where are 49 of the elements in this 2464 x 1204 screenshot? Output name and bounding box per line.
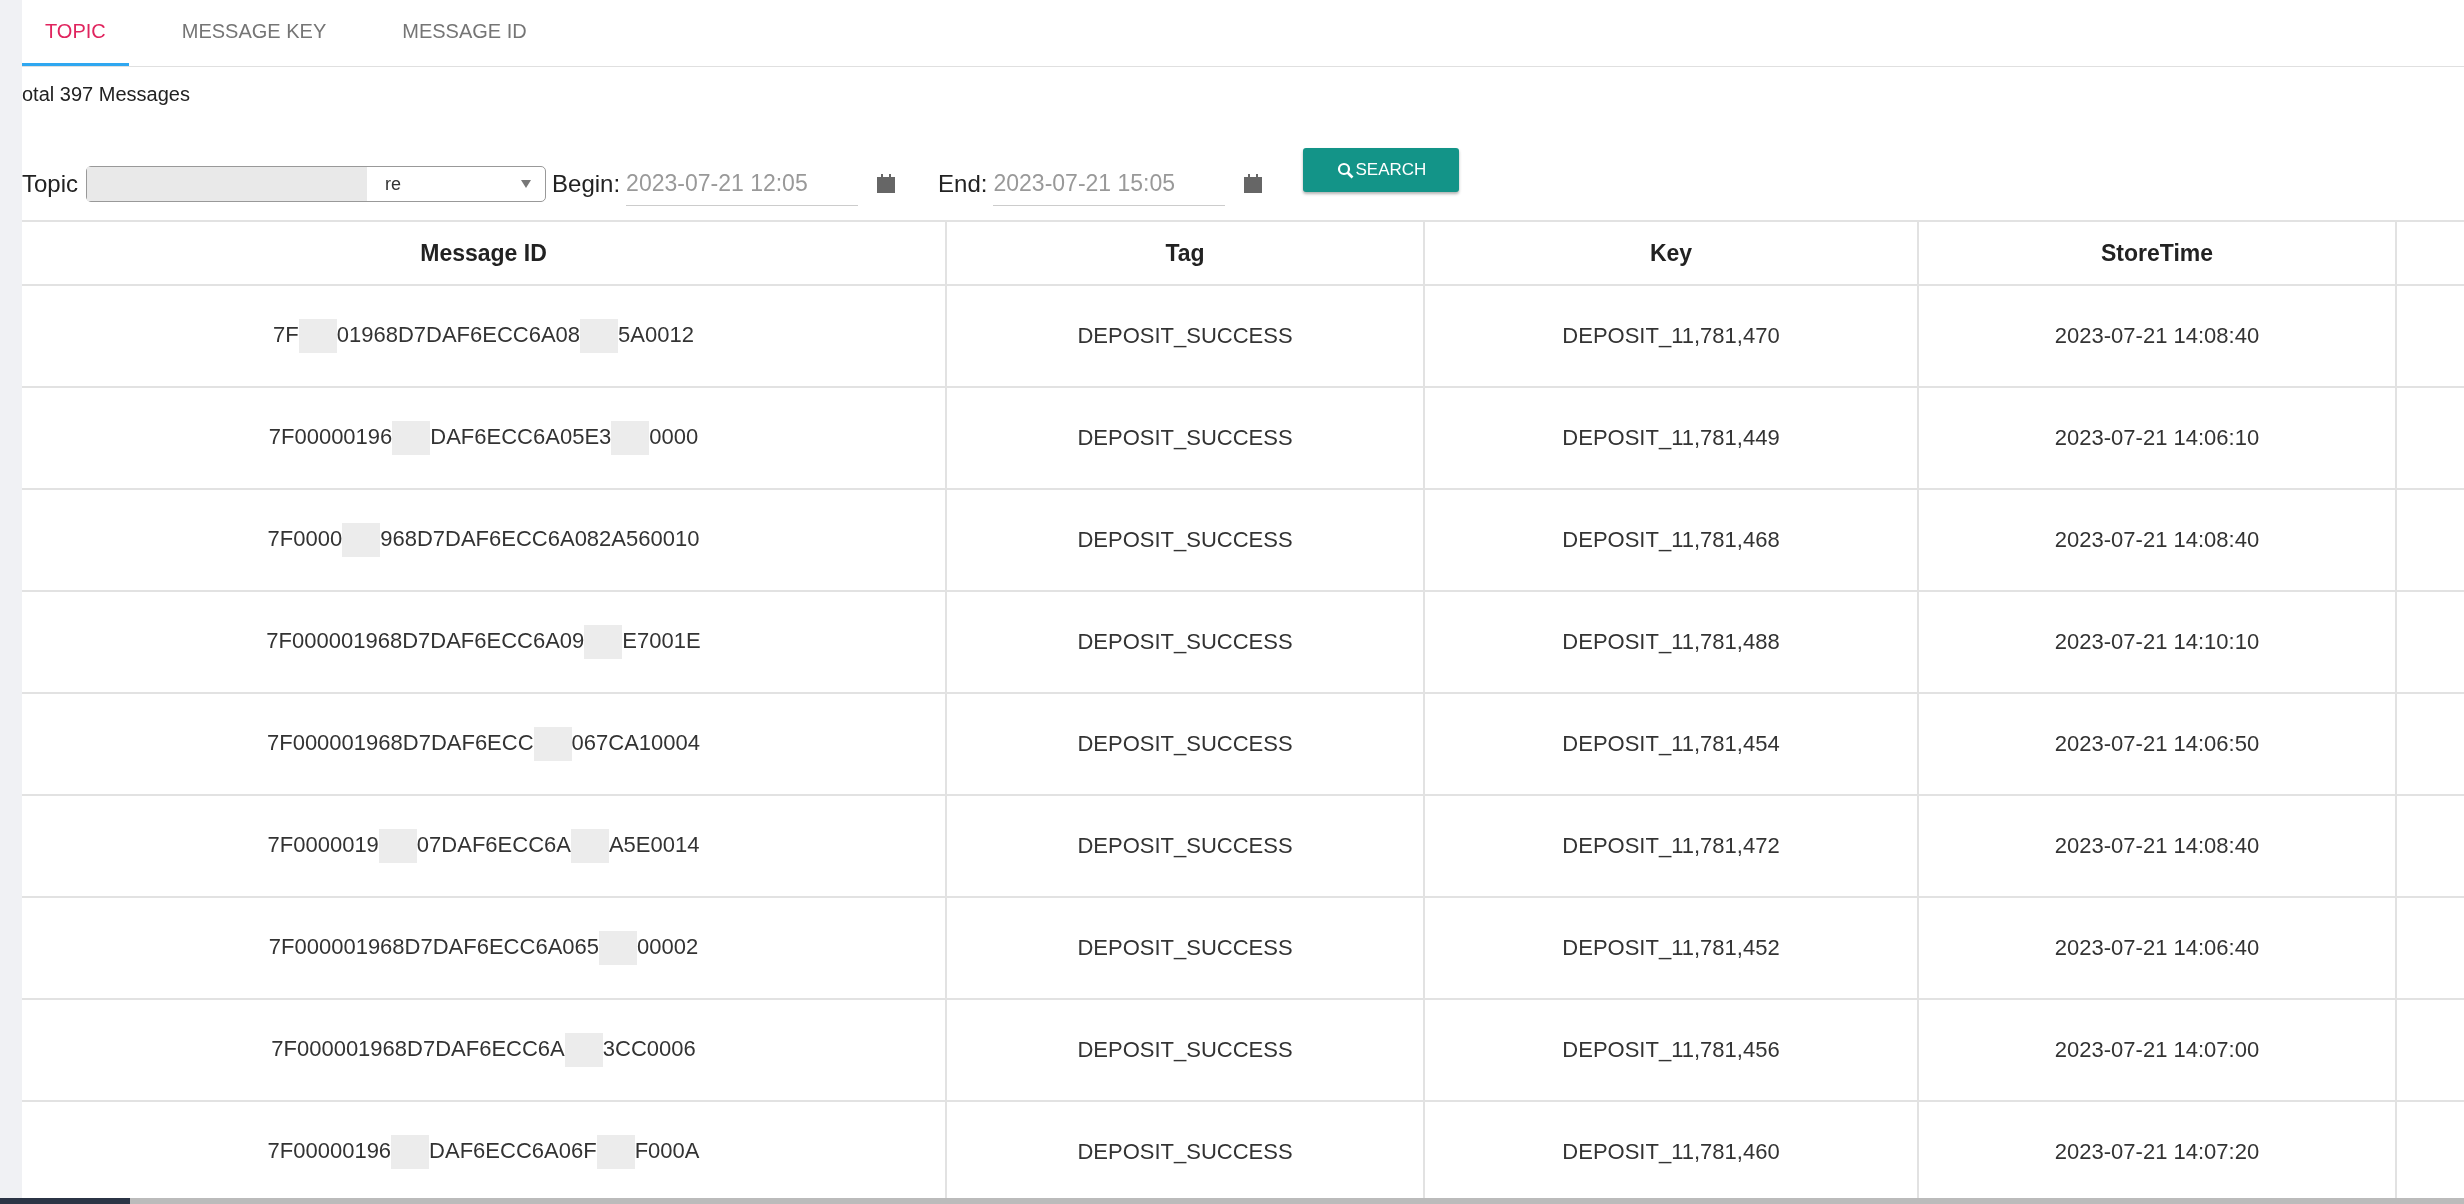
store-time-cell: 2023-07-21 14:06:10 (1918, 387, 2396, 489)
key-cell: DEPOSIT_11,781,488 (1424, 591, 1918, 693)
column-header: StoreTime (1918, 221, 2396, 285)
column-header: Message ID (22, 221, 946, 285)
total-messages-text: otal 397 Messages (22, 83, 191, 107)
tag-cell: DEPOSIT_SUCCESS (946, 285, 1424, 387)
message-id-cell: 7F000001968D7DAF6ECC 067CA10004 (22, 693, 946, 795)
key-cell: DEPOSIT_11,781,452 (1424, 897, 1918, 999)
calendar-icon[interactable] (1243, 174, 1264, 194)
tab[interactable]: MESSAGE KEY (158, 0, 350, 66)
key-cell: DEPOSIT_11,781,468 (1424, 489, 1918, 591)
message-id-cell: 7F00000196 DAF6ECC6A05E3 0000 (22, 387, 946, 489)
key-cell: DEPOSIT_11,781,456 (1424, 999, 1918, 1101)
column-header: Tag (946, 221, 1424, 285)
store-time-cell: 2023-07-21 14:06:50 (1918, 693, 2396, 795)
key-cell: DEPOSIT_11,781,470 (1424, 285, 1918, 387)
tag-cell: DEPOSIT_SUCCESS (946, 795, 1424, 897)
search-icon (1336, 161, 1354, 179)
message-id-cell: 7F000001968D7DAF6ECC6A 3CC0006 (22, 999, 946, 1101)
message-id-cell: 7F000001968D7DAF6ECC6A065 00002 (22, 897, 946, 999)
key-cell: DEPOSIT_11,781,472 (1424, 795, 1918, 897)
store-time-cell: 2023-07-21 14:10:10 (1918, 591, 2396, 693)
key-cell: DEPOSIT_11,781,454 (1424, 693, 1918, 795)
tag-cell: DEPOSIT_SUCCESS (946, 693, 1424, 795)
end-label: End: (938, 170, 988, 198)
tag-cell: DEPOSIT_SUCCESS (946, 999, 1424, 1101)
calendar-icon[interactable] (876, 174, 897, 194)
key-cell: DEPOSIT_11,781,449 (1424, 387, 1918, 489)
store-time-cell: 2023-07-21 14:08:40 (1918, 489, 2396, 591)
message-id-cell: 7F000001968D7DAF6ECC6A09 E7001E (22, 591, 946, 693)
tag-cell: DEPOSIT_SUCCESS (946, 591, 1424, 693)
store-time-cell: 2023-07-21 14:07:00 (1918, 999, 2396, 1101)
search-button[interactable]: SEARCH (1303, 148, 1460, 192)
message-id-cell: 7F0000 968D7DAF6ECC6A082A560010 (22, 489, 946, 591)
tag-cell: DEPOSIT_SUCCESS (946, 897, 1424, 999)
message-id-cell: 7F 01968D7DAF6ECC6A08 5A0012 (22, 285, 946, 387)
begin-label: Begin: (552, 170, 621, 198)
topic-select[interactable]: re (86, 166, 547, 202)
column-header: Key (1424, 221, 1918, 285)
store-time-cell: 2023-07-21 14:08:40 (1918, 795, 2396, 897)
tag-cell: DEPOSIT_SUCCESS (946, 387, 1424, 489)
store-time-cell: 2023-07-21 14:08:40 (1918, 285, 2396, 387)
tab[interactable]: MESSAGE ID (379, 0, 550, 66)
message-id-cell: 7F0000019 07DAF6ECC6A A5E0014 (22, 795, 946, 897)
tab[interactable]: TOPIC (22, 0, 129, 66)
tag-cell: DEPOSIT_SUCCESS (946, 489, 1424, 591)
store-time-cell: 2023-07-21 14:06:40 (1918, 897, 2396, 999)
topic-label: Topic (22, 170, 79, 198)
caret-icon[interactable] (521, 180, 532, 188)
